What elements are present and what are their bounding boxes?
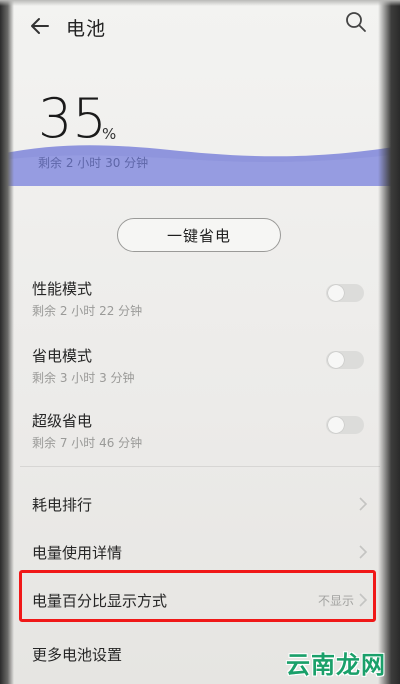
site-watermark: 云南龙网 — [286, 650, 386, 679]
power-saving-mode-row[interactable]: 省电模式 剩余 3 小时 3 分钟 — [0, 345, 400, 405]
chevron-right-icon — [359, 545, 368, 559]
toggle-knob — [328, 352, 344, 368]
battery-remaining-time: 剩余 2 小时 30 分钟 — [38, 156, 149, 170]
list-item-label: 电量使用详情 — [32, 544, 123, 562]
device-bezel-left — [0, 0, 14, 684]
mode-remaining-time: 剩余 3 小时 3 分钟 — [32, 371, 135, 385]
mode-remaining-time: 剩余 7 小时 46 分钟 — [32, 436, 143, 450]
power-consumption-ranking-row[interactable]: 耗电排行 — [0, 482, 400, 526]
toggle-knob — [328, 417, 344, 433]
list-item-value: 不显示 — [318, 594, 355, 608]
search-button[interactable] — [344, 10, 368, 34]
list-item-label: 耗电排行 — [32, 496, 93, 514]
mode-title: 超级省电 — [32, 412, 93, 430]
search-icon — [346, 12, 366, 32]
battery-percentage-display-row[interactable]: 电量百分比显示方式 不显示 — [0, 578, 400, 622]
mode-title: 性能模式 — [32, 280, 93, 298]
list-item-label: 电量百分比显示方式 — [32, 592, 168, 610]
ultra-power-saving-toggle[interactable] — [326, 416, 364, 434]
power-saving-mode-toggle[interactable] — [326, 351, 364, 369]
performance-mode-toggle[interactable] — [326, 284, 364, 302]
section-divider — [20, 466, 380, 467]
chevron-right-icon — [359, 497, 368, 511]
list-item-label: 更多电池设置 — [32, 646, 123, 664]
page-title: 电池 — [66, 18, 107, 40]
back-button[interactable] — [28, 14, 52, 38]
back-arrow-icon — [31, 18, 49, 34]
app-header: 电池 — [0, 0, 400, 56]
mode-remaining-time: 剩余 2 小时 22 分钟 — [32, 304, 143, 318]
power-usage-details-row[interactable]: 电量使用详情 — [0, 530, 400, 574]
device-bezel-right — [378, 0, 400, 684]
battery-settings-screen: 电池 35 % 剩余 2 小时 30 分钟 一键省电 性能模式 剩余 2 小时 … — [0, 0, 400, 684]
battery-percentage: 35 — [38, 87, 107, 150]
performance-mode-row[interactable]: 性能模式 剩余 2 小时 22 分钟 — [0, 278, 400, 338]
device-bezel-top — [0, 0, 400, 6]
toggle-knob — [328, 285, 344, 301]
mode-title: 省电模式 — [32, 347, 93, 365]
ultra-power-saving-row[interactable]: 超级省电 剩余 7 小时 46 分钟 — [0, 410, 400, 470]
one-tap-power-save-button[interactable]: 一键省电 — [117, 218, 281, 252]
chevron-right-icon — [359, 593, 368, 607]
